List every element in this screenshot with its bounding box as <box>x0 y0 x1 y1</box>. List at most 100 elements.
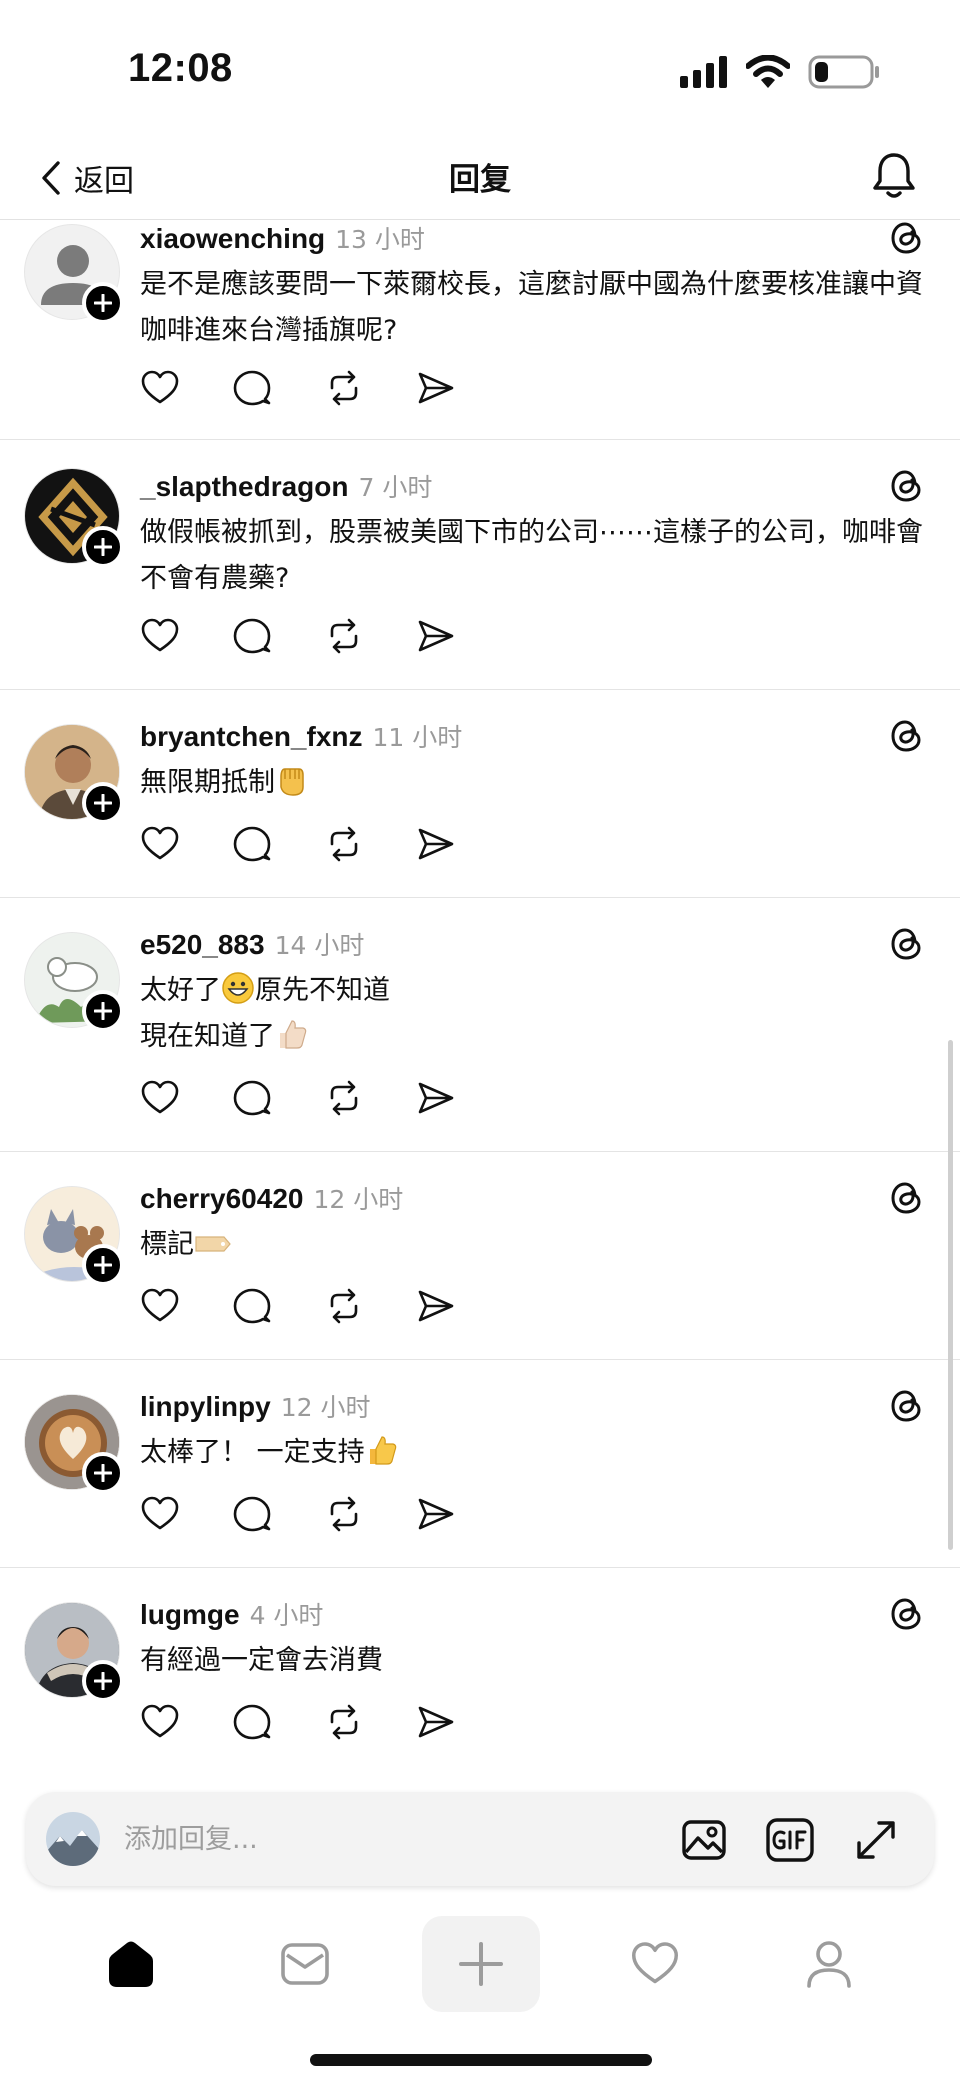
expand-button[interactable] <box>850 1814 902 1866</box>
avatar[interactable] <box>24 932 124 1032</box>
reply-text: 標記 <box>140 1222 940 1268</box>
follow-button[interactable] <box>82 526 124 568</box>
share-icon[interactable] <box>416 616 456 656</box>
username[interactable]: _slapthedragon <box>140 471 348 503</box>
plus-icon <box>459 1942 503 1986</box>
heart-icon[interactable] <box>140 1494 180 1534</box>
my-avatar <box>46 1812 100 1866</box>
repost-icon[interactable] <box>324 616 364 656</box>
heart-icon[interactable] <box>140 616 180 656</box>
threads-icon[interactable] <box>886 466 926 506</box>
action-bar <box>140 616 456 656</box>
reply-input[interactable] <box>124 1812 564 1866</box>
heart-icon[interactable] <box>140 368 180 408</box>
share-icon[interactable] <box>416 1702 456 1742</box>
heart-icon[interactable] <box>140 824 180 864</box>
username[interactable]: e520_883 <box>140 929 265 961</box>
threads-icon[interactable] <box>886 220 926 258</box>
wifi-icon <box>746 55 790 88</box>
reply-text-line2: 現在知道了 <box>140 1021 275 1052</box>
threads-icon[interactable] <box>886 924 926 964</box>
repost-icon[interactable] <box>324 1078 364 1118</box>
repost-icon[interactable] <box>324 1286 364 1326</box>
username[interactable]: xiaowenching <box>140 223 325 255</box>
repost-icon[interactable] <box>324 824 364 864</box>
heart-icon[interactable] <box>140 1702 180 1742</box>
chevron-left-icon <box>42 161 60 195</box>
avatar[interactable] <box>24 724 124 824</box>
share-icon[interactable] <box>416 1286 456 1326</box>
expand-icon <box>857 1821 895 1859</box>
thumbs-up-light-emoji <box>280 1020 307 1049</box>
add-gif-button[interactable] <box>764 1814 816 1866</box>
comment-icon[interactable] <box>232 1702 272 1742</box>
home-indicator[interactable] <box>310 2054 652 2066</box>
signal-icon <box>680 56 727 88</box>
reply-item: linpylinpy 12 小时 太棒了！ 一定支持 <box>0 1360 960 1568</box>
reply-text-content: 太棒了！ 一定支持 <box>140 1437 365 1468</box>
threads-icon[interactable] <box>886 1594 926 1634</box>
share-icon[interactable] <box>416 824 456 864</box>
follow-button[interactable] <box>82 1660 124 1702</box>
status-bar: 12:08 <box>0 0 960 140</box>
heart-icon[interactable] <box>140 1078 180 1118</box>
label-tag-emoji <box>195 1236 231 1252</box>
reply-text-line1: 太好了 <box>140 975 221 1006</box>
timestamp: 4 小时 <box>249 1601 324 1630</box>
follow-button[interactable] <box>82 282 124 324</box>
follow-button[interactable] <box>82 990 124 1032</box>
action-bar <box>140 824 456 864</box>
reply-item: cherry60420 12 小时 標記 <box>0 1152 960 1360</box>
scrollbar[interactable] <box>948 1040 953 1550</box>
repost-icon[interactable] <box>324 368 364 408</box>
threads-icon[interactable] <box>886 1386 926 1426</box>
plus-icon <box>94 1672 112 1690</box>
threads-icon[interactable] <box>886 716 926 756</box>
username[interactable]: linpylinpy <box>140 1391 271 1423</box>
plus-icon <box>94 294 112 312</box>
avatar[interactable] <box>24 1602 124 1702</box>
share-icon[interactable] <box>416 368 456 408</box>
repost-icon[interactable] <box>324 1494 364 1534</box>
action-bar <box>140 1286 456 1326</box>
comment-icon[interactable] <box>232 1078 272 1118</box>
threads-icon[interactable] <box>886 1178 926 1218</box>
back-button[interactable]: 返回 <box>40 148 134 208</box>
tab-home[interactable] <box>76 1918 186 2010</box>
image-icon <box>682 1820 726 1860</box>
username[interactable]: lugmge <box>140 1599 240 1631</box>
comment-icon[interactable] <box>232 368 272 408</box>
reply-item: _slapthedragon 7 小时 做假帳被抓到，股票被美國下市的公司⋯⋯這… <box>0 440 960 690</box>
follow-button[interactable] <box>82 1244 124 1286</box>
follow-button[interactable] <box>82 1452 124 1494</box>
tab-profile[interactable] <box>774 1918 884 2010</box>
notifications-button[interactable] <box>864 144 924 208</box>
reply-item: e520_883 14 小时 太好了 原先不知道 現在知道了 <box>0 898 960 1152</box>
avatar[interactable] <box>24 224 124 324</box>
avatar[interactable] <box>24 1186 124 1286</box>
comment-icon[interactable] <box>232 616 272 656</box>
avatar[interactable] <box>24 1394 124 1494</box>
share-icon[interactable] <box>416 1078 456 1118</box>
reply-text: 是不是應該要問一下萊爾校長，這麼討厭中國為什麼要核准讓中資咖啡進來台灣插旗呢? <box>140 269 923 346</box>
tab-activity[interactable] <box>600 1918 710 2010</box>
heart-icon[interactable] <box>140 1286 180 1326</box>
reply-text-content: 標記 <box>140 1229 194 1260</box>
add-image-button[interactable] <box>678 1814 730 1866</box>
comment-icon[interactable] <box>232 1494 272 1534</box>
avatar[interactable] <box>24 468 124 568</box>
tab-bar <box>0 1910 960 2020</box>
reply-text: 無限期抵制 <box>140 760 940 806</box>
comment-icon[interactable] <box>232 824 272 864</box>
tab-create[interactable] <box>422 1916 540 2012</box>
username[interactable]: cherry60420 <box>140 1183 303 1215</box>
share-icon[interactable] <box>416 1494 456 1534</box>
follow-button[interactable] <box>82 782 124 824</box>
status-icons <box>680 52 880 92</box>
tab-inbox[interactable] <box>250 1918 360 2010</box>
action-bar <box>140 368 456 408</box>
repost-icon[interactable] <box>324 1702 364 1742</box>
replies-feed[interactable]: xiaowenching 13 小时 是不是應該要問一下萊爾校長，這麼討厭中國為… <box>0 220 960 1776</box>
username[interactable]: bryantchen_fxnz <box>140 721 363 753</box>
comment-icon[interactable] <box>232 1286 272 1326</box>
